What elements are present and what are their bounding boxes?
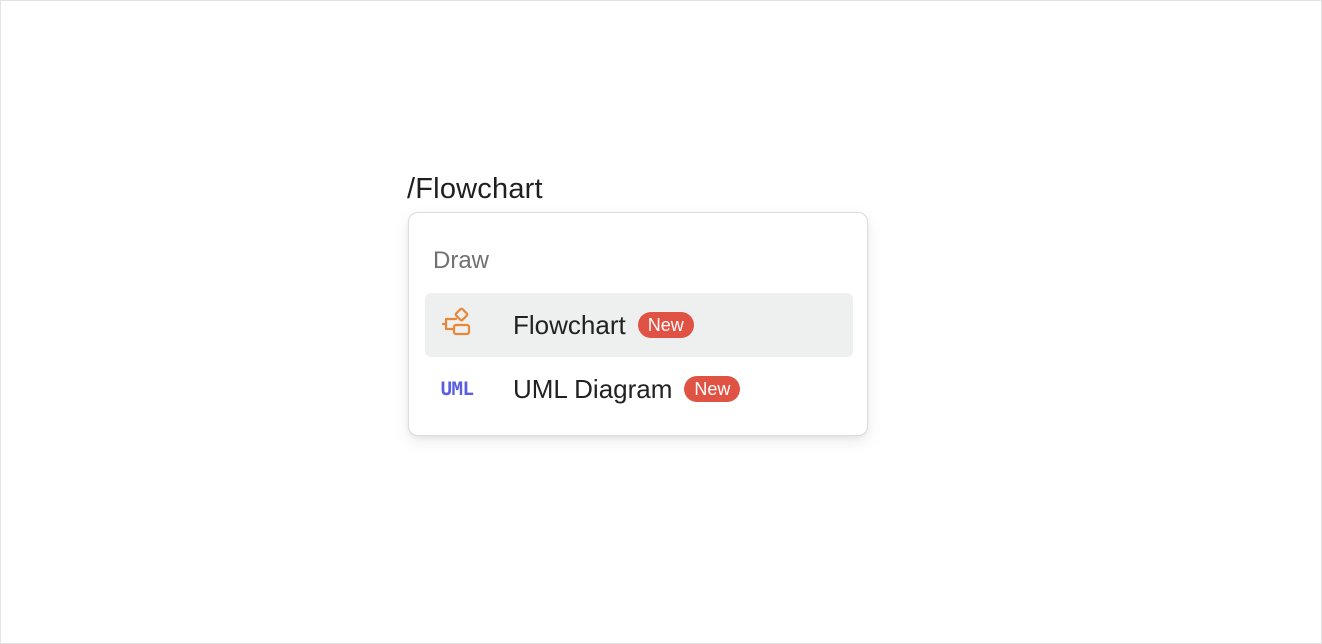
menu-item-label: Flowchart (513, 310, 626, 340)
uml-icon: UML (425, 357, 489, 421)
menu-item-uml-diagram[interactable]: UML UML Diagram New (425, 357, 853, 421)
slash-command-menu: Draw Flowchart New UML UML Diagram New (408, 212, 868, 436)
menu-item-flowchart[interactable]: Flowchart New (425, 293, 853, 357)
slash-command-text[interactable]: /Flowchart (407, 171, 543, 207)
new-badge: New (684, 376, 741, 402)
flowchart-icon (425, 293, 489, 357)
editor-canvas: /Flowchart Draw Flowchart New UML UML Di… (0, 0, 1322, 644)
new-badge: New (637, 312, 694, 338)
uml-icon-text: UML (440, 378, 474, 400)
menu-item-label: UML Diagram (513, 374, 673, 404)
menu-section-heading: Draw (433, 247, 490, 274)
